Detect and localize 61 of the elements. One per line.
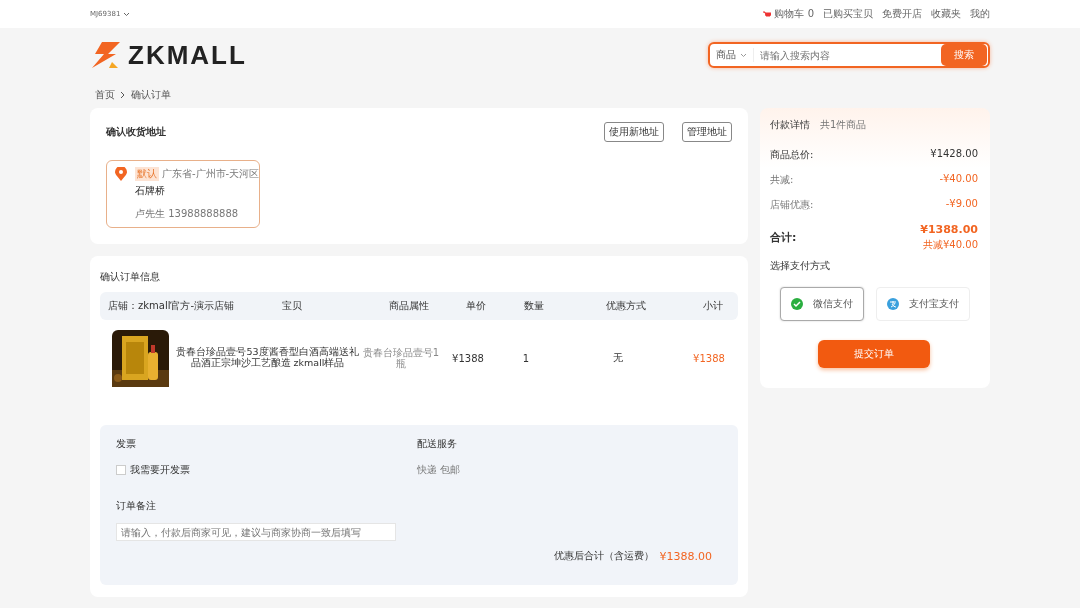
breadcrumb-link[interactable]: 首页 bbox=[95, 88, 115, 102]
shop-name: 店铺：zkmall官方-演示店铺 bbox=[108, 299, 235, 313]
logo-text: ZKMALL bbox=[128, 39, 247, 71]
checkbox[interactable] bbox=[116, 465, 126, 475]
address-region: 广东省-广州市-天河区 bbox=[162, 167, 260, 181]
invoice-title: 发票 bbox=[116, 437, 137, 451]
total-amount: ¥1388.00 bbox=[659, 549, 712, 563]
breadcrumb-current: 确认订单 bbox=[131, 88, 171, 102]
price-label: 共减: bbox=[770, 173, 794, 187]
note-field[interactable]: 请输入，付款后商家可见，建议与商家协商一致后填写 bbox=[116, 523, 396, 541]
top-link[interactable]: 免费开店 bbox=[882, 7, 922, 21]
cart-icon bbox=[763, 10, 772, 18]
item-count: 共1件商品 bbox=[820, 118, 867, 132]
address-button[interactable]: 管理地址 bbox=[682, 122, 732, 142]
section-title: 确认收货地址 bbox=[106, 125, 166, 139]
payment-option[interactable]: 微信支付 bbox=[780, 287, 864, 321]
payment-method-title: 选择支付方式 bbox=[770, 259, 831, 273]
payment-title: 付款详情 bbox=[770, 118, 810, 132]
table-cell-text: ¥1388 bbox=[451, 352, 485, 364]
location-pin-icon bbox=[115, 167, 127, 181]
product-name[interactable]: 贵春台珍品壹号53度酱香型白酒高端送礼品酒正宗坤沙工艺酿造 zkmall样品 bbox=[173, 347, 362, 369]
default-tag: 默认 bbox=[135, 167, 159, 181]
table-cell: 贵春台珍品壹号1瓶 bbox=[362, 346, 440, 370]
column-header: 宝贝 bbox=[282, 299, 303, 313]
invoice-checkbox[interactable]: 我需要开发票 bbox=[116, 463, 417, 477]
price-label: 商品总价: bbox=[770, 148, 814, 162]
address-option[interactable]: 默认 广东省-广州市-天河区 石牌桥 卢先生 13988888888 bbox=[106, 160, 260, 228]
contact-text: 卢先生 13988888888 bbox=[135, 207, 240, 221]
total-label: 合计: bbox=[770, 230, 797, 245]
column-header: 小计 bbox=[702, 299, 724, 313]
column-header: 优惠方式 bbox=[605, 299, 647, 313]
delivery-title: 配送服务 bbox=[417, 437, 458, 451]
price-value: -¥9.00 bbox=[945, 198, 978, 211]
column-header: 数量 bbox=[523, 299, 545, 313]
price-value: ¥1428.00 bbox=[930, 148, 978, 161]
check-circle-icon bbox=[791, 298, 803, 310]
top-link[interactable]: 收藏夹 bbox=[931, 7, 961, 21]
note-title: 订单备注 bbox=[116, 499, 157, 513]
price-value: -¥40.00 bbox=[939, 173, 978, 186]
table-cell-text: 无 bbox=[612, 351, 624, 365]
cart-link[interactable]: 购物车 0 bbox=[763, 7, 814, 21]
chevron-right-icon bbox=[120, 91, 126, 99]
delivery-value: 快递 包邮 bbox=[417, 463, 462, 477]
total-label: 优惠后合计（含运费） bbox=[553, 549, 654, 563]
price-label: 店铺优惠: bbox=[770, 198, 814, 212]
address-detail: 石牌桥 bbox=[135, 184, 166, 198]
column-header: 单价 bbox=[465, 299, 487, 313]
search-field[interactable]: 商品 请输入搜索内容 搜索 bbox=[708, 42, 990, 68]
section-title: 确认订单信息 bbox=[100, 270, 161, 284]
saved-amount: 共减¥40.00 bbox=[923, 238, 978, 252]
total-amount: ¥1388.00 bbox=[920, 223, 978, 236]
payment-option[interactable]: 支付宝支付 bbox=[876, 287, 970, 321]
column-header: 商品属性 bbox=[388, 299, 430, 313]
table-cell-text: 1 bbox=[521, 352, 531, 364]
top-link[interactable]: 已购买宝贝 bbox=[823, 7, 873, 21]
address-button[interactable]: 使用新地址 bbox=[604, 122, 664, 142]
chevron-icon bbox=[740, 52, 747, 58]
alipay-icon bbox=[887, 298, 899, 310]
top-link[interactable]: 我的 bbox=[970, 7, 990, 21]
table-cell-text: ¥1388 bbox=[692, 352, 726, 364]
chevron-icon bbox=[123, 11, 131, 17]
